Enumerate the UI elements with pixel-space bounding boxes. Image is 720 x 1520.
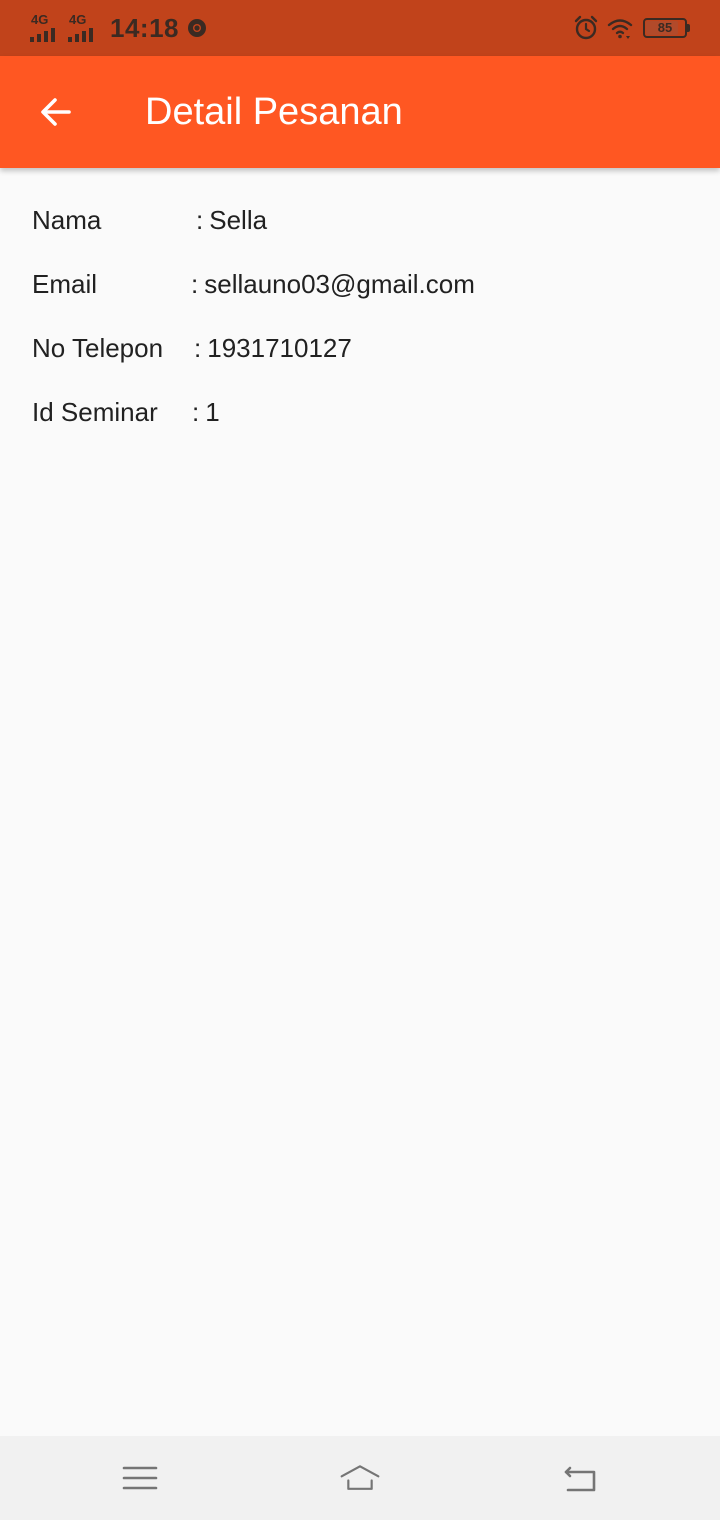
detail-value: sellauno03@gmail.com bbox=[204, 269, 475, 299]
back-icon bbox=[564, 1466, 596, 1492]
network-type-label: 4G bbox=[69, 12, 87, 27]
detail-value: 1 bbox=[205, 397, 220, 427]
home-icon bbox=[340, 1465, 380, 1490]
battery-icon: 85 bbox=[643, 18, 687, 38]
detail-label: Email bbox=[32, 269, 98, 299]
detail-value-wrapper: : Sella bbox=[196, 205, 268, 235]
signal-indicator-1: 4G bbox=[30, 13, 62, 43]
status-right: 85 bbox=[573, 12, 690, 44]
detail-value-wrapper: : sellauno03@gmail.com bbox=[191, 269, 475, 299]
detail-value-wrapper: :1931710127 bbox=[194, 333, 352, 363]
signal-icon bbox=[68, 28, 96, 42]
status-clock: 14:18 bbox=[110, 12, 179, 43]
detail-label: Nama bbox=[32, 205, 102, 235]
page-title: Detail Pesanan bbox=[145, 91, 403, 133]
chrome-icon bbox=[188, 19, 206, 37]
wifi-icon bbox=[607, 19, 633, 39]
signal-indicator-2: 4G bbox=[68, 13, 100, 43]
detail-value: Sella bbox=[209, 205, 268, 235]
detail-value-wrapper: :1 bbox=[192, 397, 220, 427]
home-button[interactable] bbox=[336, 1454, 384, 1502]
signal-icon bbox=[30, 28, 58, 42]
back-button[interactable] bbox=[24, 80, 88, 144]
menu-icon bbox=[122, 1466, 158, 1490]
back-nav-button[interactable] bbox=[556, 1454, 604, 1502]
arrow-back-icon bbox=[41, 98, 71, 126]
status-left: 4G 4G 14:18 bbox=[30, 10, 207, 46]
menu-button[interactable] bbox=[116, 1454, 164, 1502]
system-nav-bar bbox=[0, 1436, 720, 1520]
battery-tip bbox=[687, 24, 690, 32]
status-bar: 4G 4G 14:18 85 bbox=[0, 0, 720, 56]
alarm-icon bbox=[574, 15, 598, 40]
app-bar: Detail Pesanan bbox=[0, 56, 720, 168]
detail-label: No Telepon bbox=[32, 333, 164, 363]
detail-value: 1931710127 bbox=[207, 333, 352, 363]
battery-level: 85 bbox=[657, 20, 673, 35]
network-type-label: 4G bbox=[31, 12, 49, 27]
detail-label: Id Seminar bbox=[32, 397, 158, 427]
